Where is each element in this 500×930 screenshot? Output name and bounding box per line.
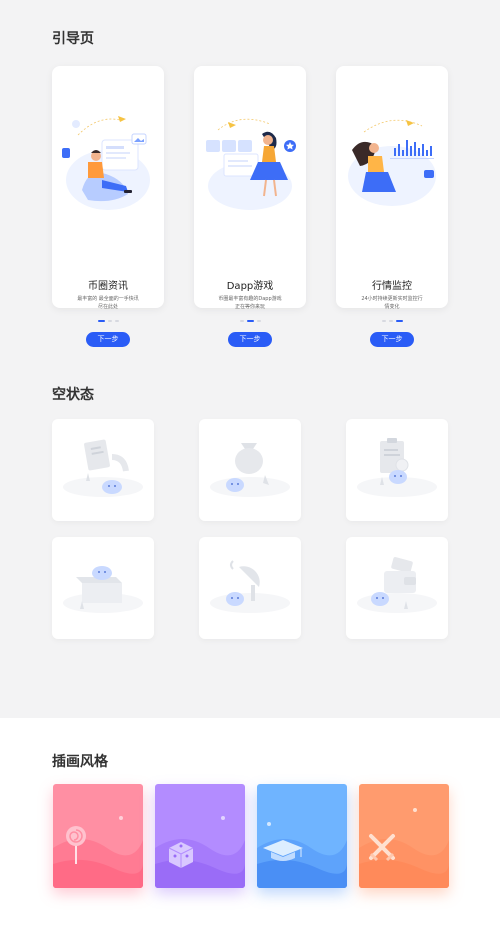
empty-state-card [52,537,154,639]
onboarding-title: 行情监控 [372,281,412,292]
page-dot [381,320,386,322]
illustration-style-card-purple [155,784,245,888]
next-step-button[interactable]: 下一步 [86,332,130,347]
market-monitor-illustration [348,119,436,206]
section-title-onboarding: 引导页 [52,31,94,47]
page-dot [388,320,393,322]
onboarding-description: 币圈最丰富有趣的Dapp游戏 正在等你来玩 [218,296,282,310]
dancing-woman-illustration [206,118,296,210]
illustration-style-card-pink [53,784,143,888]
empty-state-card [52,419,154,521]
page-dot [395,320,403,322]
graduation-cap-icon [257,784,347,888]
illustration-style-card-orange [359,784,449,888]
page-indicator [194,320,306,322]
page-dot [239,320,244,322]
lollipop-icon [53,784,143,888]
section-title-empty-state: 空状态 [52,387,94,403]
clipboard-icon [357,438,437,497]
satellite-dish-icon [210,560,290,613]
page-indicator [52,320,164,322]
money-bag-icon [210,443,290,497]
page-dot [246,320,254,322]
onboarding-description: 最丰富的 最全面的一手快讯 尽在此处 [77,296,139,310]
page-dot [97,320,105,322]
onboarding-title: Dapp游戏 [226,281,274,292]
page-dot [256,320,261,322]
open-box-icon [63,566,143,613]
page-dot [114,320,119,322]
wallet-icon [357,557,437,613]
document-icon [63,439,143,497]
next-step-button[interactable]: 下一步 [228,332,272,347]
illustration-style-card-blue [257,784,347,888]
crossed-swords-icon [359,784,449,888]
empty-state-card [346,419,448,521]
next-step-button[interactable]: 下一步 [370,332,414,347]
onboarding-card-dapp: Dapp游戏 币圈最丰富有趣的Dapp游戏 正在等你来玩 下一步 [194,66,306,347]
page-indicator [336,320,448,322]
empty-state-card [199,419,301,521]
page-dot [107,320,112,322]
empty-state-card [346,537,448,639]
onboarding-title: 币圈资讯 [88,281,128,292]
onboarding-description: 24小时持续更新实时监控行 情变化 [361,296,423,310]
reading-person-illustration [62,116,150,210]
onboarding-card-market: 行情监控 24小时持续更新实时监控行 情变化 下一步 [336,66,448,347]
section-title-illustration: 插画风格 [52,754,108,770]
dice-icon [155,784,245,888]
empty-state-card [199,537,301,639]
onboarding-card-news: 币圈资讯 最丰富的 最全面的一手快讯 尽在此处 下一步 [52,66,164,347]
